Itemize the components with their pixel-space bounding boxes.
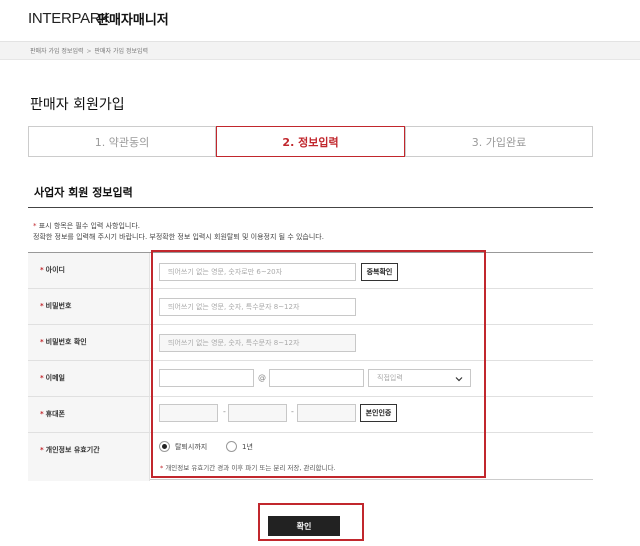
page-title: 판매자 회원가입 [30,97,125,113]
notice-line-1: 표시 항목은 필수 입력 사항입니다. [38,222,141,230]
required-star: * [40,446,44,454]
step-complete: 3. 가입완료 [405,126,593,157]
label-cell: * 휴대폰 [28,397,150,432]
signup-steps: 1. 약관동의 2. 정보입력 3. 가입완료 [28,126,593,157]
breadcrumb-item[interactable]: 판매자 가입 정보입력 [30,48,84,55]
label-cell: * 개인정보 유효기간 [28,433,150,481]
step-info-input: 2. 정보입력 [216,126,405,157]
required-star: * [40,410,44,418]
section-title: 사업자 회원 정보입력 [34,186,133,199]
label-text: 이메일 [45,374,65,382]
required-star: * [40,374,44,382]
label-text: 아이디 [45,266,65,274]
label-text: 개인정보 유효기간 [45,446,100,454]
required-star: * [33,222,37,230]
required-star: * [40,338,44,346]
notice-line-2: 정확한 정보를 입력해 주시기 바랍니다. 부정확한 정보 입력시 회원탈퇴 및… [33,233,324,241]
label-text: 비밀번호 확인 [45,338,87,346]
label-cell: * 아이디 [28,253,150,288]
label-cell: * 비밀번호 확인 [28,325,150,360]
label-cell: * 이메일 [28,361,150,396]
label-text: 휴대폰 [45,410,65,418]
required-notice: * 표시 항목은 필수 입력 사항입니다. 정확한 정보를 입력해 주시기 바랍… [33,221,324,243]
label-user-id: * 아이디 [40,265,65,275]
label-cell: * 비밀번호 [28,289,150,324]
label-privacy-period: * 개인정보 유효기간 [40,445,100,455]
label-password-confirm: * 비밀번호 확인 [40,337,87,347]
highlight-input-area [151,250,486,478]
label-phone: * 휴대폰 [40,409,65,419]
label-text: 비밀번호 [45,302,72,310]
section-divider [28,207,593,208]
top-header: INTERPARK 판매자매니저 [0,0,640,42]
label-email: * 이메일 [40,373,65,383]
confirm-button[interactable]: 확인 [268,516,340,536]
breadcrumb: 판매자 가입 정보입력 > 판매자 가입 정보입력 [30,46,148,55]
breadcrumb-separator: > [86,48,92,55]
step-terms: 1. 약관동의 [28,126,216,157]
required-star: * [40,266,44,274]
breadcrumb-bar: 판매자 가입 정보입력 > 판매자 가입 정보입력 [0,42,640,60]
breadcrumb-item-current: 판매자 가입 정보입력 [94,48,149,55]
label-password: * 비밀번호 [40,301,71,311]
required-star: * [40,302,44,310]
logo-subtitle[interactable]: 판매자매니저 [97,9,169,28]
